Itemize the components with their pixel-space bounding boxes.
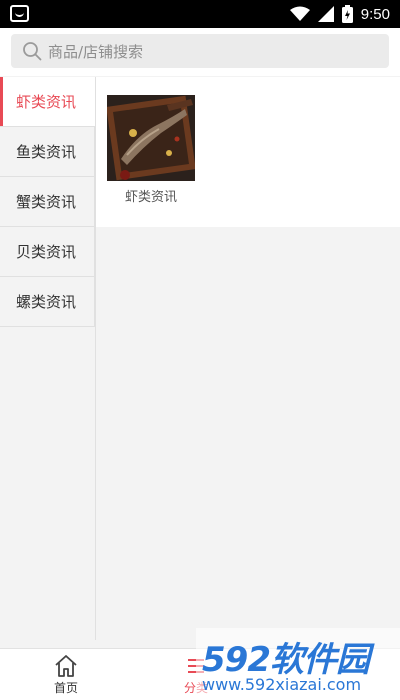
clock-time: 9:50 <box>360 5 390 23</box>
bag-icon <box>10 5 29 22</box>
watermark-brand-text: 软件园 <box>269 640 370 680</box>
status-bar: 9:50 <box>0 0 400 28</box>
sidebar-item-crab[interactable]: 蟹类资讯 <box>0 177 95 227</box>
home-icon <box>55 655 77 677</box>
status-icons: 9:50 <box>289 4 390 24</box>
search-bar: 商品/店铺搜索 <box>0 28 400 76</box>
crayfish-photo <box>107 95 195 181</box>
watermark-digits: 592 <box>202 640 271 680</box>
category-content: 虾类资讯 <box>96 77 400 227</box>
signal-icon <box>317 6 334 22</box>
sidebar-item-shellfish[interactable]: 贝类资讯 <box>0 227 95 277</box>
category-card[interactable]: 虾类资讯 <box>107 95 195 205</box>
watermark: 592软件园 www.592xiazai.com <box>196 628 400 700</box>
watermark-url: www.592xiazai.com <box>202 675 362 694</box>
nav-label-home: 首页 <box>53 681 78 695</box>
category-sidebar: 虾类资讯 鱼类资讯 蟹类资讯 贝类资讯 螺类资讯 <box>0 77 96 640</box>
search-input[interactable]: 商品/店铺搜索 <box>11 34 389 68</box>
watermark-brand: 592软件园 <box>202 632 370 681</box>
search-icon <box>23 42 42 61</box>
search-placeholder: 商品/店铺搜索 <box>48 42 144 61</box>
battery-charging-icon <box>341 5 353 23</box>
sidebar-item-snail[interactable]: 螺类资讯 <box>0 277 95 327</box>
sidebar-item-shrimp[interactable]: 虾类资讯 <box>0 77 95 127</box>
nav-item-home[interactable]: 首页 <box>36 653 96 696</box>
category-card-label: 虾类资讯 <box>124 190 177 205</box>
sidebar-item-fish[interactable]: 鱼类资讯 <box>0 127 95 177</box>
wifi-icon <box>289 6 310 21</box>
